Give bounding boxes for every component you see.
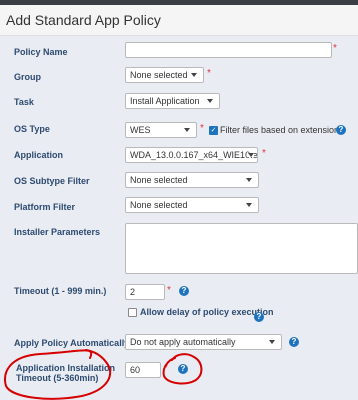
allow-delay-checkbox[interactable]	[128, 308, 137, 317]
required-asterisk: *	[207, 68, 211, 79]
installer-params-textarea[interactable]	[125, 223, 358, 274]
platform-filter-label: Platform Filter	[14, 202, 76, 212]
task-select-value: Install Application	[130, 96, 200, 106]
application-label: Application	[14, 150, 63, 160]
group-label: Group	[14, 72, 41, 82]
question-circle-icon[interactable]: ?	[179, 286, 189, 296]
os-subtype-select[interactable]: None selected	[125, 172, 259, 188]
apply-auto-select[interactable]: Do not apply automatically	[125, 334, 282, 350]
chevron-down-icon	[248, 153, 254, 157]
required-asterisk: *	[333, 43, 337, 54]
dialog-title: Add Standard App Policy	[6, 12, 161, 28]
chevron-down-icon	[269, 340, 275, 344]
required-asterisk: *	[167, 285, 171, 296]
apply-auto-label: Apply Policy Automatically	[14, 338, 130, 348]
required-asterisk: *	[262, 148, 266, 159]
os-type-select-value: WES	[130, 125, 151, 135]
group-select-value: None selected	[130, 70, 188, 80]
install-timeout-input[interactable]: 60	[125, 362, 161, 378]
required-asterisk: *	[164, 363, 168, 374]
chevron-down-icon	[184, 128, 190, 132]
timeout-label: Timeout (1 - 999 min.)	[14, 286, 107, 296]
policy-name-input[interactable]	[125, 42, 332, 58]
timeout-input[interactable]: 2	[125, 284, 165, 300]
apply-auto-select-value: Do not apply automatically	[130, 337, 236, 347]
chevron-down-icon	[191, 73, 197, 77]
group-select[interactable]: None selected	[125, 67, 204, 83]
question-circle-icon[interactable]: ?	[336, 125, 346, 135]
question-circle-icon[interactable]: ?	[289, 337, 299, 347]
os-type-label: OS Type	[14, 124, 50, 134]
installer-params-label: Installer Parameters	[14, 227, 101, 237]
platform-filter-select-value: None selected	[130, 200, 188, 210]
install-timeout-label-line2: Timeout (5-360min)	[16, 373, 99, 383]
application-select-value: WDA_13.0.0.167_x64_WIE10.e	[130, 150, 258, 160]
platform-filter-select[interactable]: None selected	[125, 197, 259, 213]
filter-extensions-checkbox[interactable]: ✓	[209, 126, 218, 135]
chevron-down-icon	[207, 99, 213, 103]
os-subtype-label: OS Subtype Filter	[14, 176, 90, 186]
os-type-select[interactable]: WES	[125, 122, 197, 138]
task-label: Task	[14, 97, 34, 107]
policy-name-label: Policy Name	[14, 47, 68, 57]
filter-extensions-label: Filter files based on extensions	[220, 125, 344, 135]
policy-form: Policy Name * Group None selected * Task…	[0, 36, 358, 400]
os-subtype-select-value: None selected	[130, 175, 188, 185]
required-asterisk: *	[200, 123, 204, 134]
application-select[interactable]: WDA_13.0.0.167_x64_WIE10.e	[125, 147, 258, 163]
chevron-down-icon	[246, 178, 252, 182]
question-circle-icon[interactable]: ?	[178, 364, 188, 374]
question-circle-icon[interactable]: ?	[254, 312, 264, 322]
chevron-down-icon	[246, 203, 252, 207]
task-select[interactable]: Install Application	[125, 93, 220, 109]
dialog-header: Add Standard App Policy	[0, 5, 358, 36]
